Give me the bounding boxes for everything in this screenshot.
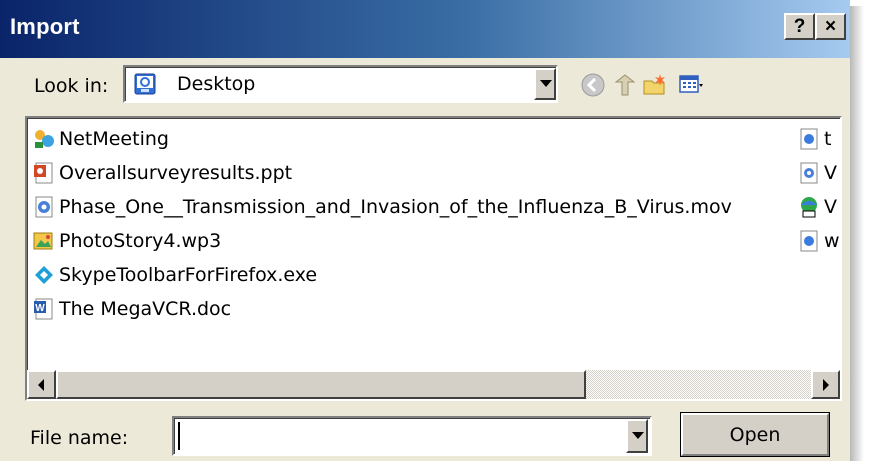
look-in-dropdown[interactable]: Desktop (123, 65, 558, 103)
look-in-label: Look in: (34, 75, 109, 97)
list-item[interactable]: V (797, 194, 837, 220)
file-name: t (824, 128, 832, 150)
list-item[interactable]: SkypeToolbarForFirefox.exe (32, 262, 317, 288)
help-icon: ? (793, 15, 806, 37)
list-item[interactable]: Overallsurveyresults.ppt (32, 160, 292, 186)
shortcut-icon (800, 230, 818, 252)
open-button-label: Open (729, 423, 781, 446)
list-item[interactable]: w (797, 228, 840, 254)
window-shadow (850, 6, 864, 461)
close-icon: × (824, 15, 837, 37)
chevron-down-icon (540, 80, 552, 87)
photostory-file-icon (33, 232, 53, 250)
file-name: NetMeeting (59, 128, 169, 150)
open-button[interactable]: Open (680, 412, 830, 457)
file-name-label: File name: (30, 427, 129, 449)
file-name: V (824, 162, 837, 184)
look-in-value: Desktop (177, 73, 256, 95)
list-item[interactable]: t (797, 126, 831, 152)
desktop-icon (134, 73, 156, 95)
look-in-dropdown-button[interactable] (534, 68, 556, 100)
list-item[interactable]: Phase_One__Transmission_and_Invasion_of_… (32, 194, 732, 220)
import-dialog: Import ? × Look in: Desktop NetMeeting O… (0, 0, 850, 461)
file-name: SkypeToolbarForFirefox.exe (59, 264, 318, 286)
network-icon (801, 197, 817, 218)
file-name: PhotoStory4.wp3 (59, 230, 222, 252)
scroll-right-button[interactable] (811, 370, 840, 399)
file-name: Phase_One__Transmission_and_Invasion_of_… (59, 196, 732, 218)
shortcut-icon (800, 128, 818, 150)
file-list[interactable]: NetMeeting Overallsurveyresults.ppt Phas… (25, 116, 842, 401)
horizontal-scrollbar[interactable] (27, 370, 840, 399)
file-name: Overallsurveyresults.ppt (59, 162, 293, 184)
word-document-icon: W (34, 298, 53, 320)
title-bar[interactable]: Import ? × (0, 0, 850, 58)
file-name: The MegaVCR.doc (59, 298, 232, 320)
back-icon[interactable] (580, 72, 606, 98)
list-item[interactable]: V (797, 160, 837, 186)
file-name: w (824, 230, 840, 252)
netmeeting-icon (35, 130, 54, 148)
powerpoint-file-icon (34, 162, 53, 184)
exe-file-icon (35, 266, 53, 284)
list-item[interactable]: PhotoStory4.wp3 (32, 228, 221, 254)
dialog-title: Import (10, 14, 80, 39)
file-name-input[interactable] (178, 422, 602, 450)
file-name: V (824, 196, 837, 218)
new-folder-icon[interactable] (642, 72, 668, 98)
file-name-dropdown-button[interactable] (626, 419, 648, 453)
video-file-icon (35, 196, 53, 218)
views-menu-icon[interactable] (678, 72, 704, 98)
svg-text:W: W (35, 303, 45, 314)
scroll-left-button[interactable] (27, 370, 56, 399)
list-item[interactable]: NetMeeting (32, 126, 169, 152)
chevron-down-icon (632, 432, 644, 439)
list-item[interactable]: W The MegaVCR.doc (32, 296, 231, 322)
arrow-right-icon (823, 379, 829, 391)
close-button[interactable]: × (815, 13, 846, 40)
up-folder-icon[interactable] (612, 72, 638, 98)
help-button[interactable]: ? (784, 13, 815, 40)
file-name-combobox[interactable] (172, 416, 652, 456)
arrow-left-icon (38, 379, 44, 391)
scrollbar-thumb[interactable] (56, 370, 586, 399)
video-file-icon (800, 162, 818, 184)
